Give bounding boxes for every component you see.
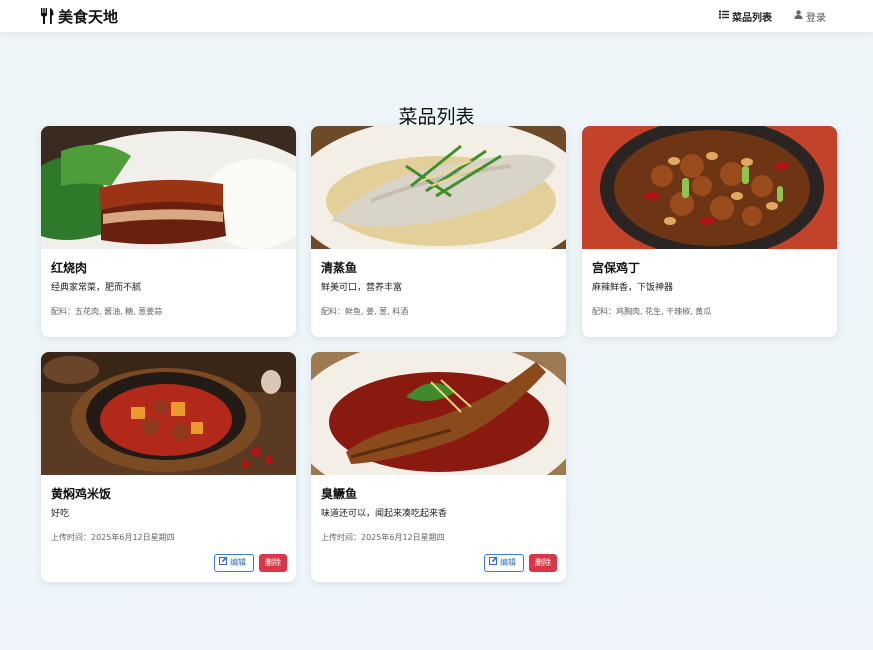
upload-time: 上传时间：2025年6月12日星期四 <box>321 533 445 542</box>
edit-icon <box>489 555 498 571</box>
dish-description: 麻辣鲜香，下饭神器 <box>592 283 674 293</box>
dish-card: 宫保鸡丁 麻辣鲜香，下饭神器 配料：鸡胸肉, 花生, 干辣椒, 黄瓜 <box>582 126 837 337</box>
nav-login-label: 登录 <box>806 12 826 24</box>
delete-button[interactable]: 删除 <box>529 554 557 572</box>
nav-dish-list-label: 菜品列表 <box>732 12 772 24</box>
nav-dish-list-link[interactable]: 菜品列表 <box>719 8 772 24</box>
dish-name: 臭鳜鱼 <box>321 487 358 501</box>
dish-description: 味道还可以，闻起来凑吃起来香 <box>321 509 448 519</box>
edit-button-label: 编辑 <box>230 558 246 567</box>
dish-description: 经典家常菜，肥而不腻 <box>51 283 142 293</box>
dish-image <box>41 126 296 249</box>
dish-image <box>41 352 296 475</box>
dish-card: 清蒸鱼 鲜美可口，营养丰富 配料：鲜鱼, 姜, 葱, 料酒 <box>311 126 566 337</box>
utensils-icon <box>40 8 54 24</box>
dish-card: 黄焖鸡米饭 好吃 上传时间：2025年6月12日星期四 编辑 删除 <box>41 352 296 582</box>
dish-description: 好吃 <box>51 509 70 519</box>
nav-login-link[interactable]: 登录 <box>794 8 826 24</box>
delete-button[interactable]: 删除 <box>259 554 287 572</box>
dish-card: 臭鳜鱼 味道还可以，闻起来凑吃起来香 上传时间：2025年6月12日星期四 编辑… <box>311 352 566 582</box>
brand-link[interactable]: 美食天地 <box>40 6 118 26</box>
list-icon <box>719 10 729 22</box>
dish-card: 红烧肉 经典家常菜，肥而不腻 配料：五花肉, 酱油, 糖, 葱姜蒜 <box>41 126 296 337</box>
dish-name: 宫保鸡丁 <box>592 261 641 275</box>
edit-icon <box>219 555 228 571</box>
navbar: 美食天地 菜品列表 登录 <box>0 0 873 33</box>
dish-image <box>311 352 566 475</box>
upload-time: 上传时间：2025年6月12日星期四 <box>51 533 175 542</box>
dish-name: 清蒸鱼 <box>321 261 358 275</box>
edit-button[interactable]: 编辑 <box>214 554 254 572</box>
dish-image <box>582 126 837 249</box>
dish-ingredients: 配料：鸡胸肉, 花生, 干辣椒, 黄瓜 <box>592 307 712 316</box>
dish-description: 鲜美可口，营养丰富 <box>321 283 403 293</box>
brand-name: 美食天地 <box>58 7 119 26</box>
dish-ingredients: 配料：鲜鱼, 姜, 葱, 料酒 <box>321 307 409 316</box>
page-title: 菜品列表 <box>398 105 475 128</box>
edit-button[interactable]: 编辑 <box>484 554 524 572</box>
dish-ingredients: 配料：五花肉, 酱油, 糖, 葱姜蒜 <box>51 307 163 316</box>
edit-button-label: 编辑 <box>500 558 516 567</box>
dish-name: 黄焖鸡米饭 <box>51 487 112 501</box>
dish-image <box>311 126 566 249</box>
user-icon <box>794 10 803 22</box>
dish-name: 红烧肉 <box>51 261 88 275</box>
